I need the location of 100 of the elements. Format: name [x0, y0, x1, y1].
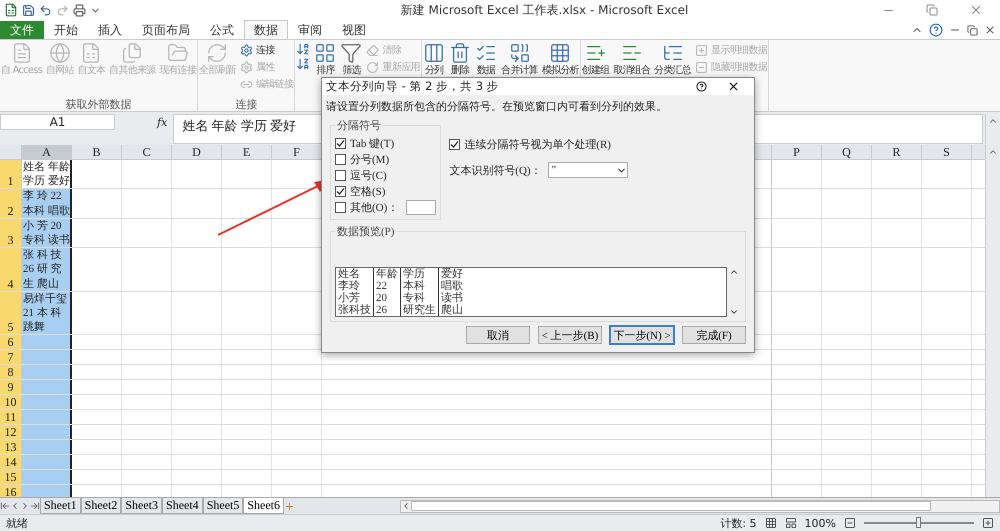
column-header[interactable]: A	[22, 145, 72, 159]
sheet-tab[interactable]: Sheet3	[121, 498, 162, 514]
row-header[interactable]: 9	[0, 380, 22, 394]
row-header[interactable]: 15	[0, 470, 22, 484]
page-layout-icon[interactable]	[784, 517, 797, 529]
checkbox[interactable]	[335, 170, 346, 180]
cell-text: 小 芳 20	[23, 218, 62, 234]
row-header[interactable]: 3	[0, 218, 22, 248]
table-cell[interactable]	[22, 470, 72, 484]
sort-ascending-icon[interactable]	[296, 42, 310, 56]
spreadsheet-logo-icon[interactable]	[4, 3, 18, 17]
checkbox[interactable]	[335, 202, 346, 212]
row-header[interactable]: 7	[0, 350, 22, 364]
sheet-tab[interactable]: Sheet1	[40, 498, 81, 514]
ribbon-button[interactable]: 筛选	[340, 41, 362, 78]
ribbon-button[interactable]: 分类汇总	[654, 41, 691, 78]
ribbon-button[interactable]: 删除	[449, 41, 472, 78]
dialog-button[interactable]: 取消	[466, 326, 530, 344]
restore-icon[interactable]	[926, 4, 938, 16]
row-header[interactable]: 16	[0, 485, 22, 497]
table-cell[interactable]: 张 科 技 26 研 究 生 爬山	[22, 248, 72, 291]
ribbon-button[interactable]: 创建组	[582, 41, 610, 78]
print-icon[interactable]	[73, 4, 86, 16]
function-button[interactable]: fx	[157, 114, 168, 130]
input-field[interactable]	[406, 200, 436, 214]
table-cell[interactable]	[22, 440, 72, 454]
sheet-tab[interactable]: Sheet6	[243, 498, 284, 514]
table-cell[interactable]: 姓名 年龄 学历 爱好	[22, 160, 72, 188]
ribbon-button[interactable]: 模拟分析	[542, 41, 579, 78]
dialog-button[interactable]: < 上一步(B)	[538, 326, 602, 344]
row-header[interactable]: 1	[0, 160, 22, 188]
zoom-slider[interactable]	[916, 517, 921, 528]
ribbon-tab[interactable]: 页面布局	[132, 20, 200, 39]
dialog-button[interactable]: 下一步(N) >	[610, 326, 674, 344]
preview-cell-text: 读书	[441, 292, 464, 304]
sheet-tab[interactable]: Sheet2	[80, 498, 122, 514]
undo-icon[interactable]	[39, 4, 52, 16]
ribbon-tab[interactable]: 数据	[244, 20, 288, 39]
ribbon-tab[interactable]: 审阅	[288, 20, 332, 39]
table-cell[interactable]	[22, 380, 72, 394]
ribbon-button[interactable]: 排序	[314, 41, 336, 78]
row-header[interactable]: 14	[0, 455, 22, 470]
row-header[interactable]: 4	[0, 248, 22, 291]
ribbon-tab[interactable]: 视图	[332, 20, 376, 39]
table-cell[interactable]	[22, 455, 72, 470]
table-cell[interactable]: 小 芳 20 专科 读书	[22, 218, 72, 248]
row-header[interactable]: 10	[0, 395, 22, 410]
sort-descending-icon[interactable]	[296, 57, 310, 71]
row-header[interactable]: 12	[0, 425, 22, 440]
dialog-button[interactable]: 完成(F)	[682, 326, 746, 344]
last-sheet-icon[interactable]	[30, 501, 40, 511]
ribbon-tab[interactable]: 开始	[44, 20, 88, 39]
save-icon[interactable]	[22, 4, 35, 16]
ribbon-button[interactable]: 分列	[423, 41, 446, 78]
restore-icon[interactable]	[967, 24, 978, 36]
checkbox[interactable]	[335, 186, 346, 196]
ribbon-tab[interactable]: 文件	[0, 21, 44, 39]
ribbon-button[interactable]: 连接	[240, 42, 294, 58]
table-cell[interactable]	[22, 365, 72, 380]
sheet-tab[interactable]: Sheet4	[162, 498, 203, 514]
ribbon-button[interactable]: 数据	[475, 41, 498, 78]
row-header[interactable]: 13	[0, 440, 22, 454]
vertical-scrollbar[interactable]	[985, 145, 1000, 497]
sheet-tab[interactable]: Sheet5	[202, 498, 244, 514]
close-icon[interactable]	[969, 3, 983, 17]
row-header[interactable]: 6	[0, 335, 22, 350]
row-header[interactable]: 5	[0, 292, 22, 334]
help-icon[interactable]	[929, 23, 943, 37]
folder-icon	[166, 42, 189, 64]
checkbox-label: 连续分隔符号视为单个处理(R)	[464, 138, 611, 152]
preview-cell-text: 本科	[403, 280, 426, 292]
ribbon-button[interactable]: 取消组合	[613, 41, 650, 78]
name-box[interactable]: A1	[0, 114, 115, 130]
ribbon-button[interactable]: 合并计算	[501, 41, 538, 78]
zoom-out-icon[interactable]	[844, 517, 856, 529]
table-cell[interactable]	[22, 395, 72, 410]
close-icon[interactable]	[984, 24, 996, 36]
checkbox[interactable]	[335, 138, 346, 148]
table-cell[interactable]	[22, 425, 72, 440]
checkbox[interactable]	[449, 138, 460, 150]
ribbon-tab[interactable]: 公式	[200, 20, 244, 39]
first-sheet-icon[interactable]	[0, 501, 10, 511]
table-cell[interactable]	[22, 335, 72, 350]
table-cell[interactable]	[22, 350, 72, 364]
row-header[interactable]: 2	[0, 189, 22, 218]
rotate-icon	[366, 60, 380, 74]
zoom-in-icon[interactable]	[982, 517, 994, 529]
table-cell[interactable]: 李 玲 22 本科 唱歌	[22, 189, 72, 218]
table-cell[interactable]	[22, 485, 72, 497]
row-header[interactable]: 11	[0, 410, 22, 424]
select-field[interactable]: "	[548, 162, 628, 178]
ribbon-tab[interactable]: 插入	[88, 20, 132, 39]
horizontal-scrollbar[interactable]	[400, 500, 1000, 512]
checkbox[interactable]	[335, 154, 346, 164]
row-header[interactable]: 8	[0, 365, 22, 380]
count-text: 计数: 5	[720, 516, 757, 530]
checkbox-label: Tab 键(T)	[350, 136, 394, 150]
normal-view-icon[interactable]	[764, 517, 777, 529]
table-cell[interactable]	[22, 410, 72, 424]
table-cell[interactable]: 易烊千玺 21 本 科 跳舞	[22, 292, 72, 334]
